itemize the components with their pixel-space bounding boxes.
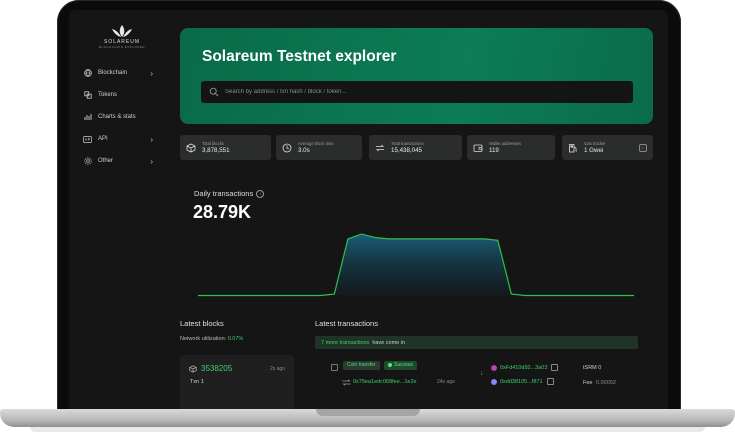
success-dot-icon	[388, 362, 392, 367]
sidebar-item-label: Charts & stats	[98, 114, 136, 120]
stat-gas-tracker[interactable]: Gas tracker 1 Gwei i	[562, 135, 653, 160]
app-screen: SOLAREUM BLOCKCHAIN EXPLORER Blockchain …	[69, 10, 668, 411]
lotus-icon	[112, 25, 132, 37]
brand-tagline: BLOCKCHAIN EXPLORER	[98, 45, 146, 49]
tx-from-address[interactable]: 0xFd410d92...3a03	[491, 364, 559, 371]
laptop-foot	[30, 427, 705, 432]
fee-value: 0.00002	[596, 380, 616, 386]
stat-value: 119	[489, 147, 499, 154]
copy-icon[interactable]	[551, 364, 559, 371]
cube-icon	[189, 365, 197, 373]
cube-icon	[186, 143, 196, 152]
wallet-icon	[473, 144, 483, 152]
chart-title-text: Daily transactions	[194, 189, 254, 198]
stat-value: 15,438,045	[391, 147, 422, 154]
brand-logo[interactable]: SOLAREUM BLOCKCHAIN EXPLORER	[97, 24, 147, 49]
stat-total-transactions: Total transactions 15,438,045	[369, 135, 462, 160]
stat-value: 3.0s	[298, 147, 310, 154]
api-icon	[83, 135, 92, 144]
chart-title: Daily transactions i	[194, 189, 265, 198]
transfer-icon	[376, 144, 384, 151]
stat-average-block-time: Average block time 3.0s	[276, 135, 362, 160]
sidebar: SOLAREUM BLOCKCHAIN EXPLORER Blockchain …	[69, 10, 164, 411]
sidebar-item-charts[interactable]: Charts & stats	[83, 110, 153, 124]
block-txn-count: Txn 1	[190, 379, 204, 385]
sidebar-item-api[interactable]: API ›	[83, 132, 153, 146]
stat-value: 3,878,551	[202, 147, 230, 154]
sidebar-item-tokens[interactable]: Tokens	[83, 88, 153, 102]
banner-count[interactable]: 7 more transactions	[321, 340, 369, 346]
stat-label: Average block time	[298, 141, 334, 146]
stat-label: Total transactions	[391, 141, 424, 146]
avatar	[491, 364, 497, 371]
banner-text: have come in	[372, 339, 406, 346]
sidebar-item-blockchain[interactable]: Blockchain ›	[83, 66, 153, 80]
copy-icon[interactable]	[546, 378, 554, 385]
tx-age: 24s ago	[437, 379, 455, 385]
daily-transactions-chart	[198, 233, 634, 297]
tx-to-address[interactable]: 0xdd38105...f871	[491, 378, 554, 385]
stat-total-blocks: Total blocks 3,878,551	[180, 135, 271, 160]
daily-transactions-value: 28.79K	[193, 202, 252, 222]
tx-status-text: Success	[394, 362, 413, 368]
chart-area	[334, 234, 512, 296]
tx-amount: tSRM 0	[583, 365, 602, 371]
laptop-notch	[316, 409, 420, 416]
transfer-icon	[342, 379, 351, 386]
stat-label: Wallet addresses	[489, 141, 521, 146]
stat-label: Gas tracker	[584, 141, 606, 146]
chevron-right-icon: ›	[150, 68, 153, 78]
fee-label: Fee	[583, 380, 593, 386]
tokens-icon	[83, 91, 92, 100]
stat-wallet-addresses: Wallet addresses 119	[467, 135, 555, 160]
search-icon	[209, 87, 219, 97]
avatar	[491, 378, 497, 385]
sidebar-item-label: Tokens	[98, 92, 118, 98]
info-icon[interactable]: i	[639, 144, 647, 152]
network-utilization: Network utilization: 0.07%	[180, 336, 243, 342]
globe-icon	[83, 69, 92, 78]
chart-icon	[83, 113, 92, 122]
from-address-text[interactable]: 0xFd410d92...3a03	[500, 365, 547, 371]
transaction-row: Coin transfer Success 0x75ea1edc068fee..…	[315, 359, 638, 399]
search-bar[interactable]	[201, 81, 633, 103]
tx-hash-link[interactable]: 0x75ea1edc068fee...1e2e	[353, 379, 417, 385]
page-title: Solareum Testnet explorer	[202, 48, 397, 65]
sidebar-item-other[interactable]: Other ›	[83, 154, 153, 168]
network-utilization-label: Network utilization:	[180, 336, 227, 342]
block-age: 2s ago	[269, 366, 285, 372]
gas-pump-icon	[569, 143, 577, 152]
stat-value: 1 Gwei	[584, 147, 604, 154]
sidebar-item-label: Other	[98, 158, 114, 164]
gear-icon	[83, 157, 92, 166]
chevron-right-icon: ›	[150, 134, 153, 144]
chevron-right-icon: ›	[150, 156, 153, 166]
block-number[interactable]: 3538205	[201, 364, 232, 373]
tx-type-icon	[331, 364, 338, 371]
clock-icon	[282, 143, 292, 152]
tx-type-tag: Coin transfer	[343, 361, 380, 370]
sidebar-item-label: Blockchain	[98, 70, 128, 76]
network-utilization-value: 0.07%	[227, 336, 244, 342]
latest-blocks-title: Latest blocks	[180, 319, 224, 328]
to-address-text[interactable]: 0xdd38105...f871	[500, 379, 543, 385]
arrow-down-icon: ↓	[480, 370, 484, 377]
block-card[interactable]: 3538205 2s ago Txn 1	[180, 355, 294, 411]
latest-transactions-title: Latest transactions	[315, 319, 378, 328]
sidebar-item-label: API	[98, 136, 108, 142]
stat-label: Total blocks	[202, 141, 224, 146]
new-transactions-banner[interactable]: 7 more transactions have come in	[315, 336, 638, 349]
tx-status-badge: Success	[384, 361, 417, 370]
search-input[interactable]	[223, 88, 627, 96]
hero-banner: Solareum Testnet explorer	[180, 28, 653, 124]
tx-fee: Fee 0.00002	[583, 380, 616, 386]
info-icon[interactable]: i	[256, 189, 265, 198]
